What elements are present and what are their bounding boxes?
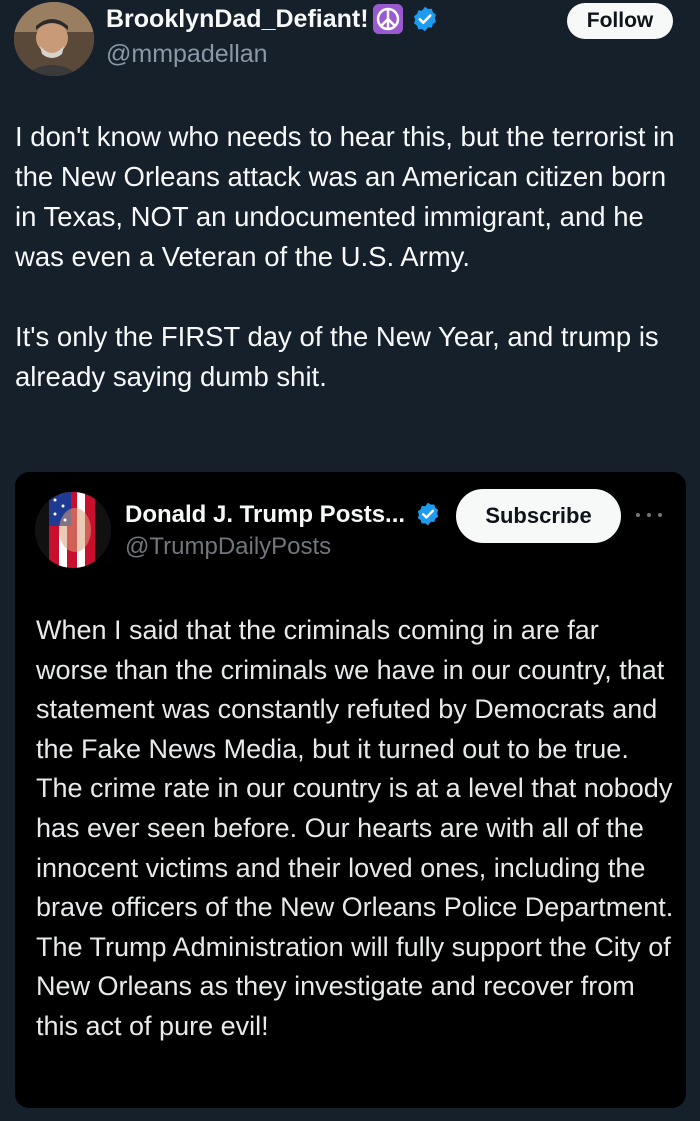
subscribe-button[interactable]: Subscribe — [456, 489, 621, 543]
author-name-text: BrooklynDad_Defiant! — [106, 4, 369, 33]
more-options-icon[interactable] — [636, 508, 662, 522]
author-name[interactable]: BrooklynDad_Defiant! — [106, 4, 439, 34]
tweet-header: BrooklynDad_Defiant! @mmpadellan Follow — [0, 0, 700, 90]
quoted-tweet-card[interactable]: Donald J. Trump Posts... @TrumpDailyPost… — [15, 472, 686, 1108]
more-dot — [636, 513, 640, 517]
tweet-paragraph: I don't know who needs to hear this, but… — [15, 121, 675, 272]
tweet-body: I don't know who needs to hear this, but… — [15, 117, 685, 397]
author-handle[interactable]: @mmpadellan — [106, 40, 268, 69]
verified-badge-icon — [411, 5, 439, 33]
verified-badge-icon — [415, 501, 443, 529]
tweet-view: BrooklynDad_Defiant! @mmpadellan Follow — [0, 0, 700, 1121]
quoted-tweet-body: When I said that the criminals coming in… — [36, 615, 674, 1041]
quoted-author-name-text: Donald J. Trump Posts... — [125, 501, 406, 528]
tweet-paragraph: It's only the FIRST day of the New Year,… — [15, 321, 659, 392]
peace-symbol-icon — [372, 4, 403, 34]
quoted-author-avatar[interactable] — [35, 492, 111, 568]
more-dot — [658, 513, 662, 517]
follow-button[interactable]: Follow — [567, 3, 673, 39]
quoted-author-name[interactable]: Donald J. Trump Posts... — [125, 501, 443, 529]
more-dot — [647, 513, 651, 517]
author-avatar[interactable] — [14, 2, 94, 76]
quoted-author-handle[interactable]: @TrumpDailyPosts — [125, 533, 331, 561]
